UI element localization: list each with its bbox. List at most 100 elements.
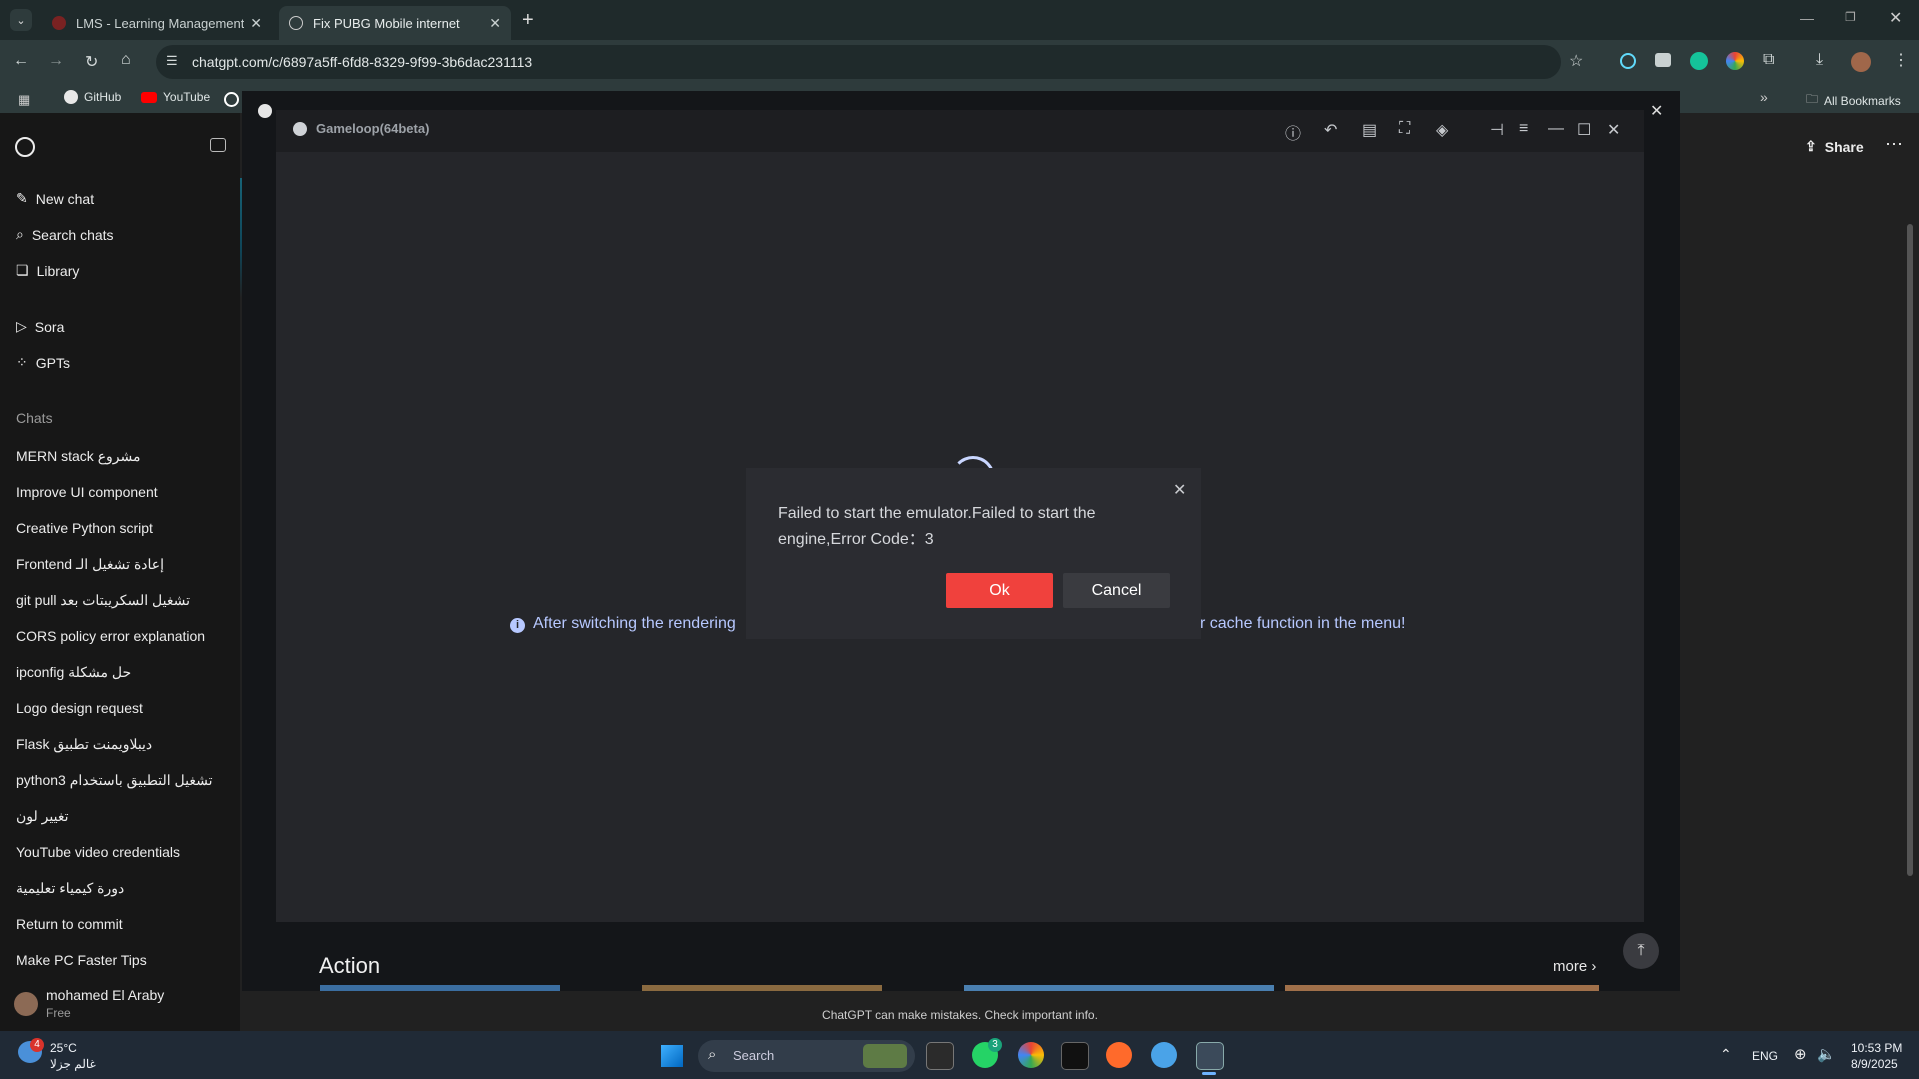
extension-icon[interactable] (1655, 53, 1671, 67)
bookmark-label: YouTube (163, 90, 211, 104)
bookmark-github[interactable]: GitHub (64, 90, 121, 104)
keyboard-mapping-icon[interactable]: ▤ (1362, 120, 1377, 140)
postman-icon[interactable] (1106, 1042, 1132, 1068)
scroll-to-top-icon[interactable]: ⤒ (1623, 933, 1659, 969)
gameloop-taskbar-icon[interactable] (1151, 1042, 1177, 1068)
bookmark-label: GitHub (84, 90, 122, 104)
all-bookmarks-folder[interactable]: 🗀 All Bookmarks (1806, 90, 1901, 111)
chat-list-item[interactable]: Make PC Faster Tips (16, 952, 147, 968)
sidebar-new-chat[interactable]: ✎ New chat (16, 190, 94, 207)
close-tab-icon[interactable]: ✕ (250, 15, 262, 32)
gameloop-close-icon[interactable]: ✕ (1607, 120, 1620, 140)
game-thumbnail[interactable] (320, 985, 560, 991)
back-icon[interactable]: ← (13, 52, 29, 70)
clock-date[interactable]: 8/9/2025 (1851, 1057, 1898, 1071)
more-bookmarks-icon[interactable]: » (1760, 89, 1768, 105)
language-indicator[interactable]: ENG (1752, 1049, 1778, 1063)
clock-time[interactable]: 10:53 PM (1851, 1041, 1902, 1055)
sidebar-search-chats[interactable]: ⌕ Search chats (16, 226, 114, 243)
sidebar-item-label: GPTs (35, 354, 70, 371)
tab-title: Fix PUBG Mobile internet (313, 15, 460, 31)
gameloop-maximize-icon[interactable]: ☐ (1577, 120, 1591, 140)
active-window-icon[interactable] (1196, 1042, 1224, 1070)
sidebar-sora[interactable]: ▷ Sora (16, 318, 64, 335)
main-scrollbar[interactable] (1907, 224, 1913, 876)
chat-list-item[interactable]: دورة كيمياء تعليمية (16, 880, 124, 897)
openai-logo-icon[interactable] (15, 137, 35, 157)
forward-icon[interactable]: → (48, 52, 64, 70)
tray-chevron-icon[interactable]: ⌃ (1720, 1046, 1732, 1063)
user-profile[interactable]: mohamed El Araby Free (0, 980, 240, 1031)
share-label: Share (1824, 138, 1864, 155)
pin-icon[interactable]: ⊣ (1490, 120, 1504, 140)
chat-list-item[interactable]: Improve UI component (16, 484, 158, 500)
play-circle-icon: ▷ (16, 318, 27, 334)
sidebar-library[interactable]: ❏ Library (16, 262, 79, 279)
gameloop-minimize-icon[interactable]: — (1548, 120, 1564, 138)
tab-lms[interactable]: LMS - Learning Management Sy ✕ (42, 6, 272, 40)
chat-list-item[interactable]: تغيير لون (16, 808, 69, 825)
chat-list-item[interactable]: Flask ديبلاويمنت تطبيق (16, 736, 152, 753)
dialog-close-icon[interactable]: ✕ (1173, 480, 1186, 500)
chat-list-item[interactable]: git pull تشغيل السكريبتات بعد (16, 592, 190, 609)
tab-list-icon[interactable]: ⌄ (10, 9, 32, 31)
windows-start-icon[interactable] (661, 1045, 683, 1067)
colorful-extension-icon[interactable] (1726, 52, 1744, 70)
chat-list-item[interactable]: ipconfig حل مشكلة (16, 664, 131, 681)
download-icon[interactable]: ⤓ (1816, 51, 1823, 69)
chat-list-item[interactable]: Creative Python script (16, 520, 153, 536)
more-link[interactable]: more › (1553, 958, 1596, 975)
share-button[interactable]: ⇪ Share (1805, 138, 1864, 155)
chrome-icon[interactable] (1018, 1042, 1044, 1068)
close-tab-icon[interactable]: ✕ (489, 15, 501, 32)
sidebar-toggle-icon[interactable] (210, 138, 226, 152)
network-icon[interactable]: ⊕ (1794, 1045, 1807, 1063)
profile-avatar-icon[interactable] (1851, 52, 1871, 72)
volume-icon[interactable]: 🔈 (1817, 1045, 1836, 1063)
grammarly-icon[interactable] (1690, 52, 1708, 70)
browser-menu-icon[interactable]: ⋮ (1893, 50, 1909, 70)
url-text[interactable]: chatgpt.com/c/6897a5ff-6fd8-8329-9f99-3b… (192, 54, 532, 70)
chat-list-item[interactable]: Frontend إعادة تشغيل الـ (16, 556, 164, 573)
cancel-button[interactable]: Cancel (1063, 573, 1170, 608)
taskbar-search[interactable]: ⌕ Search (698, 1040, 915, 1072)
help-icon[interactable]: ⓘ (1285, 120, 1301, 144)
screenshot-icon[interactable]: ◈ (1436, 120, 1448, 140)
home-icon[interactable]: ⌂ (121, 51, 131, 69)
chat-list-item[interactable]: CORS policy error explanation (16, 628, 205, 644)
site-info-icon[interactable]: ☰ (166, 53, 178, 69)
minimize-window-icon[interactable]: — (1800, 10, 1814, 26)
gameloop-outer-close-icon[interactable]: ✕ (1650, 101, 1663, 121)
chat-list-item[interactable]: YouTube video credentials (16, 844, 180, 860)
gameloop-outer-logo-icon (258, 104, 272, 118)
active-indicator (1202, 1072, 1216, 1075)
game-thumbnail[interactable] (964, 985, 1274, 991)
user-name: mohamed El Araby (46, 987, 165, 1003)
apps-grid-icon[interactable]: ▦ (18, 92, 30, 108)
google-icon[interactable] (224, 92, 239, 107)
more-options-icon[interactable]: ⋯ (1885, 134, 1903, 155)
extensions-puzzle-icon[interactable]: ⧉ (1763, 51, 1774, 69)
chat-list-item[interactable]: Return to commit (16, 916, 123, 932)
tab-fix-pubg[interactable]: Fix PUBG Mobile internet ✕ (279, 6, 511, 40)
restore-window-icon[interactable]: ❐ (1845, 10, 1856, 24)
bookmark-youtube[interactable]: YouTube (141, 90, 210, 104)
capcut-icon[interactable] (1061, 1042, 1089, 1070)
fullscreen-icon[interactable]: ⛶ (1399, 120, 1410, 138)
chats-section-label: Chats (16, 410, 53, 426)
undo-icon[interactable]: ↶ (1324, 120, 1337, 140)
close-window-icon[interactable]: ✕ (1889, 8, 1902, 28)
react-devtools-icon[interactable] (1620, 53, 1636, 69)
bookmark-star-icon[interactable]: ☆ (1569, 51, 1583, 71)
gameloop-menu-icon[interactable]: ≡ (1519, 120, 1528, 138)
file-explorer-icon[interactable] (926, 1042, 954, 1070)
chat-list-item[interactable]: Logo design request (16, 700, 143, 716)
chat-list-item[interactable]: python3 تشغيل التطبيق باستخدام (16, 772, 213, 789)
game-thumbnail[interactable] (1285, 985, 1599, 991)
new-tab-icon[interactable]: + (522, 9, 534, 32)
reload-icon[interactable]: ↻ (85, 52, 98, 72)
sidebar-gpts[interactable]: ⁘ GPTs (16, 354, 70, 371)
chat-list-item[interactable]: MERN stack مشروع (16, 448, 141, 465)
game-thumbnail[interactable] (642, 985, 882, 991)
ok-button[interactable]: Ok (946, 573, 1053, 608)
